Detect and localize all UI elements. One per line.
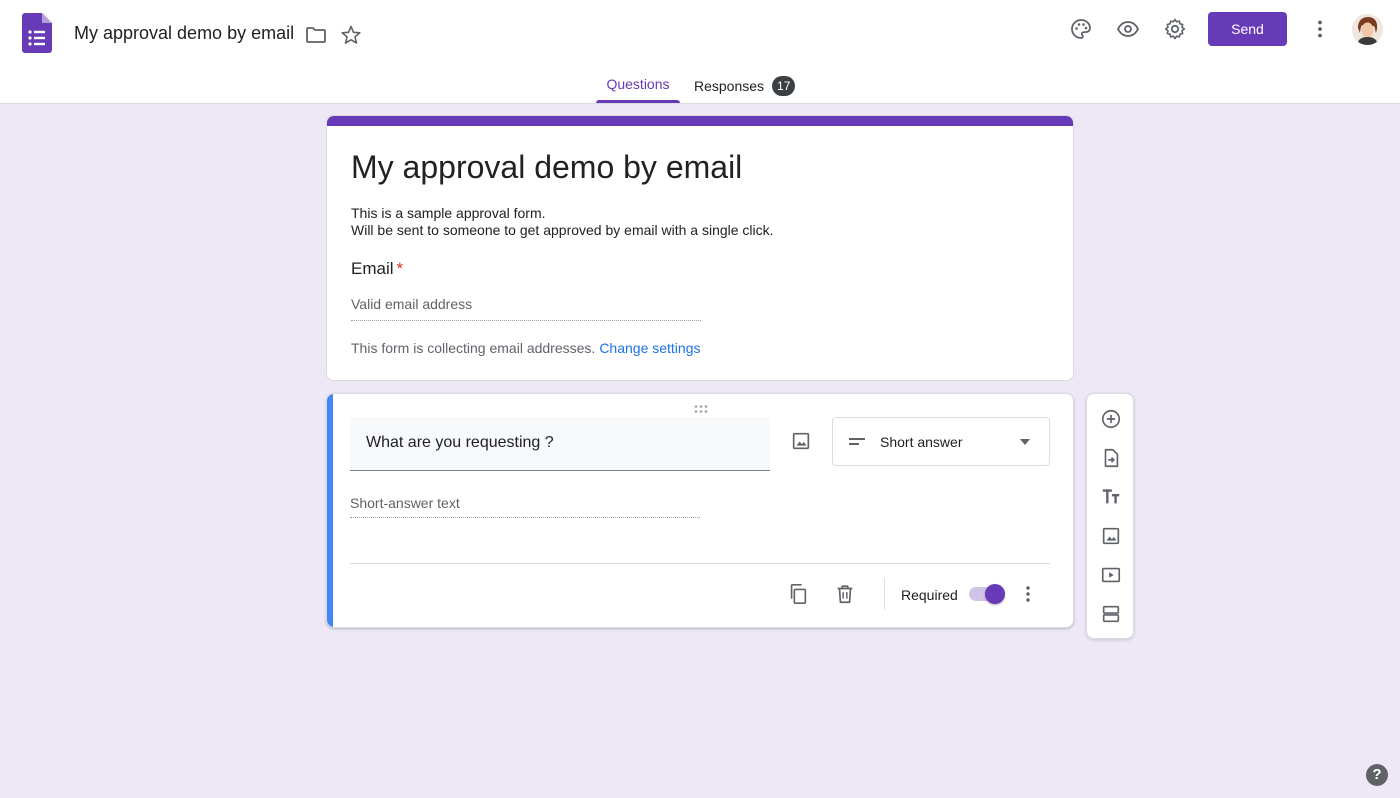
theme-accent-bar [327,116,1073,126]
question-footer-divider [350,563,1050,564]
toggle-thumb [985,584,1005,604]
active-tab-indicator [596,100,680,103]
form-description-line-1: This is a sample approval form. [351,205,546,221]
required-asterisk: * [396,259,404,278]
question-type-label: Short answer [880,434,963,450]
star-icon[interactable] [337,21,365,49]
chevron-down-icon [1020,439,1030,445]
gear-icon[interactable] [1161,15,1189,43]
responses-count-badge: 17 [772,76,796,96]
document-title[interactable]: My approval demo by email [74,23,294,44]
drag-handle-icon[interactable] [693,401,709,413]
question-type-dropdown[interactable]: Short answer [832,417,1050,466]
short-answer-placeholder: Short-answer text [350,495,700,518]
form-description-line-2: Will be sent to someone to get approved … [351,222,774,238]
form-title[interactable]: My approval demo by email [351,149,742,186]
floating-toolbar [1086,393,1134,639]
more-vert-icon[interactable] [1306,15,1334,43]
help-icon[interactable]: ? [1366,764,1388,786]
email-field: Valid email address [351,296,701,321]
tab-bar: Questions Responses 17 [0,72,1400,104]
tab-questions[interactable]: Questions [596,76,680,104]
add-title-icon[interactable] [1097,483,1125,511]
palette-icon[interactable] [1067,15,1095,43]
tab-responses[interactable]: Responses 17 [694,76,796,104]
import-questions-icon[interactable] [1097,444,1125,472]
add-video-icon[interactable] [1097,561,1125,589]
tab-questions-label: Questions [606,76,670,92]
active-question-indicator [327,394,333,627]
short-answer-icon [849,438,865,445]
required-label: Required [901,587,958,603]
form-title-card[interactable]: My approval demo by email This is a samp… [326,115,1074,381]
forms-logo-icon[interactable] [22,13,52,53]
account-avatar[interactable] [1352,14,1383,45]
folder-icon[interactable] [302,21,330,49]
add-image-icon[interactable] [1097,522,1125,550]
duplicate-icon[interactable] [785,581,811,607]
required-toggle[interactable] [967,584,1005,604]
question-card[interactable]: What are you requesting ? Short answer S… [326,393,1074,628]
app-header: My approval demo by email Send Questions… [0,0,1400,104]
add-image-to-question-icon[interactable] [787,427,815,455]
question-title-input[interactable]: What are you requesting ? [350,417,770,471]
email-collection-note: This form is collecting email addresses.… [351,340,701,356]
email-label-text: Email [351,259,394,278]
form-description[interactable]: This is a sample approval form. Will be … [351,205,774,239]
change-settings-link[interactable]: Change settings [599,340,700,356]
collect-note-text: This form is collecting email addresses. [351,340,596,356]
tab-responses-label: Responses [694,78,765,94]
more-options-icon[interactable] [1015,581,1041,607]
add-question-icon[interactable] [1097,405,1125,433]
footer-separator [884,578,885,610]
email-question-label: Email * [351,259,403,279]
add-section-icon[interactable] [1097,600,1125,628]
send-button[interactable]: Send [1208,12,1287,46]
delete-icon[interactable] [832,581,858,607]
preview-eye-icon[interactable] [1114,15,1142,43]
